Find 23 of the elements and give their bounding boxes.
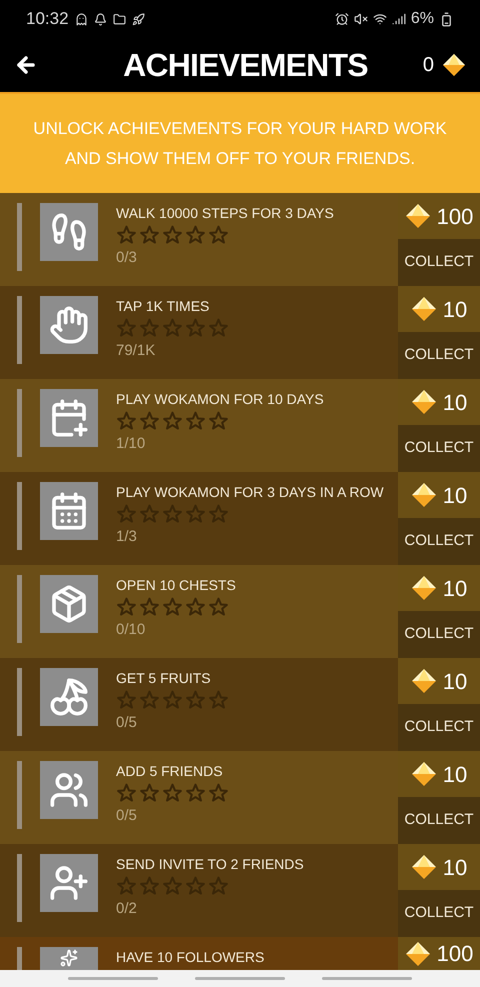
achievement-title: WALK 10000 STEPS FOR 3 DAYS xyxy=(116,204,334,223)
achievement-title: TAP 1K TIMES xyxy=(116,297,210,316)
reward-amount: 100 xyxy=(436,940,474,968)
achievement-title: GET 5 FRUITS xyxy=(116,669,212,688)
achievement-title: OPEN 10 CHESTS xyxy=(116,576,236,595)
reward-amount: 10 xyxy=(442,760,468,788)
achievement-title: PLAY WOKAMON FOR 10 DAYS xyxy=(116,390,324,409)
achievement-title: SEND INVITE TO 2 FRIENDS xyxy=(116,855,304,874)
reward-amount: 10 xyxy=(442,574,468,602)
status-time: 10:32 xyxy=(26,8,69,30)
achievement-title: HAVE 10 FOLLOWERS xyxy=(116,948,264,967)
gem-count: 0 xyxy=(422,53,434,78)
achievement-title: PLAY WOKAMON FOR 3 DAYS IN A ROW xyxy=(116,483,384,502)
reward-amount: 10 xyxy=(442,668,468,696)
battery-percent: 6% xyxy=(410,9,434,29)
achievement-title: ADD 5 FRIENDS xyxy=(116,762,224,781)
reward-amount: 10 xyxy=(442,482,468,510)
reward-amount: 100 xyxy=(436,202,474,230)
page-title: ACHIEVEMENTS xyxy=(122,46,368,85)
reward-amount: 10 xyxy=(442,854,468,882)
reward-amount: 10 xyxy=(442,388,468,416)
reward-amount: 10 xyxy=(442,296,468,324)
banner-text: UNLOCK ACHIEVEMENTS FOR YOUR HARD WORK AND SHOW THEM OFF TO YOUR FRIENDS. xyxy=(32,118,448,170)
